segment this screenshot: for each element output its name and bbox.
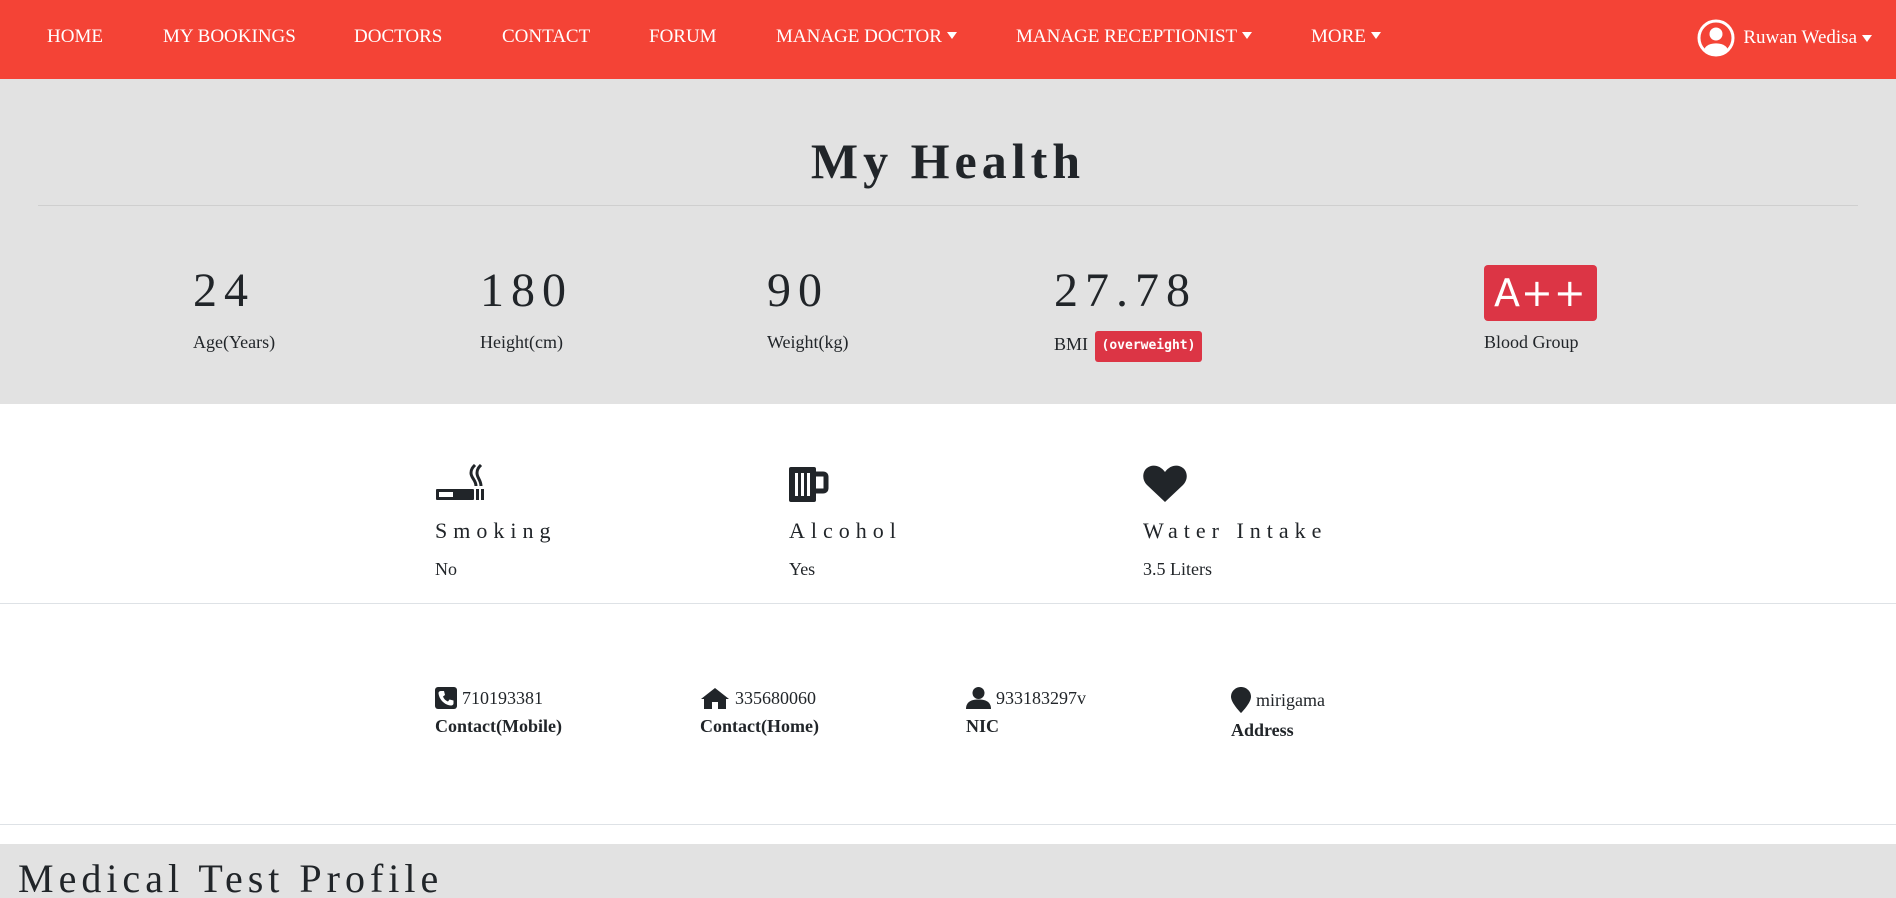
stat-height: 180 Height(cm) xyxy=(480,265,573,353)
habit-alcohol-title: Alcohol xyxy=(789,518,902,543)
user-circle-icon xyxy=(1697,19,1735,57)
habit-water-intake-title: Water Intake xyxy=(1143,518,1328,543)
nav-contact-link[interactable]: CONTACT xyxy=(502,25,590,49)
stat-bmi-value: 27.78 xyxy=(1054,264,1197,317)
habit-smoking-value: No xyxy=(435,559,457,579)
habits-section: Smoking No Alcohol Yes Water Intake 3.5 … xyxy=(0,404,1896,604)
contact-nic: 933183297v NIC xyxy=(966,687,1086,737)
smoking-icon xyxy=(436,464,484,500)
stat-weight: 90 Weight(kg) xyxy=(767,265,849,353)
caret-down-icon xyxy=(1370,32,1381,39)
nav-manage-receptionist-dropdown[interactable]: MANAGE RECEPTIONIST xyxy=(1016,25,1253,49)
stat-blood-group: A++ Blood Group xyxy=(1484,265,1597,353)
caret-down-icon xyxy=(1862,34,1872,42)
contact-nic-value: 933183297v xyxy=(996,688,1086,708)
nav-manage-receptionist-label: MANAGE RECEPTIONIST xyxy=(1016,26,1238,47)
stat-weight-value: 90 xyxy=(767,264,829,317)
medical-test-title: Medical Test Profile xyxy=(18,856,444,898)
bmi-status-badge: (overweight) xyxy=(1094,331,1203,362)
nav-my-bookings-link[interactable]: MY BOOKINGS xyxy=(163,25,296,49)
nav-manage-doctor-dropdown[interactable]: MANAGE DOCTOR xyxy=(776,25,957,49)
nav-home-link[interactable]: HOME xyxy=(47,25,103,49)
phone-icon xyxy=(435,687,457,709)
nav-doctors-link[interactable]: DOCTORS xyxy=(354,25,442,49)
contact-nic-label: NIC xyxy=(966,716,1000,736)
habit-water-intake: Water Intake 3.5 Liters xyxy=(1143,464,1327,580)
divider xyxy=(38,205,1858,206)
stat-bmi: 27.78 BMI (overweight) xyxy=(1054,264,1203,362)
stat-bmi-label: BMI xyxy=(1054,334,1089,354)
my-health-section: My Health 24 Age(Years) 180 Height(cm) 9… xyxy=(0,79,1896,404)
contact-home: 335680060 Contact(Home) xyxy=(700,687,819,737)
habit-water-intake-value: 3.5 Liters xyxy=(1143,559,1212,579)
page-title: My Health xyxy=(810,133,1086,189)
contact-info-section: 710193381 Contact(Mobile) 335680060 Cont… xyxy=(0,605,1896,825)
user-icon xyxy=(966,687,991,709)
contact-address-value: mirigama xyxy=(1256,690,1325,710)
stat-age-label: Age(Years) xyxy=(193,332,276,352)
heart-icon xyxy=(1143,465,1187,502)
nav-manage-doctor-label: MANAGE DOCTOR xyxy=(776,26,942,47)
contact-home-value: 335680060 xyxy=(735,688,816,708)
stat-weight-label: Weight(kg) xyxy=(767,332,849,352)
habit-alcohol-value: Yes xyxy=(789,559,816,579)
contact-address-label: Address xyxy=(1231,720,1294,740)
caret-down-icon xyxy=(1242,32,1253,39)
map-marker-icon xyxy=(1231,687,1251,713)
nav-more-label: MORE xyxy=(1311,26,1366,47)
stat-height-value: 180 xyxy=(480,264,573,317)
habit-smoking-title: Smoking xyxy=(435,518,557,543)
contact-mobile-value: 710193381 xyxy=(462,688,543,708)
beer-mug-icon xyxy=(789,467,829,502)
nav-forum-link[interactable]: FORUM xyxy=(649,25,717,49)
stat-height-label: Height(cm) xyxy=(480,332,563,352)
user-menu-dropdown[interactable]: Ruwan Wedisa xyxy=(1697,18,1872,58)
nav-more-dropdown[interactable]: MORE xyxy=(1311,25,1381,49)
caret-down-icon xyxy=(946,32,957,39)
blood-group-badge: A++ xyxy=(1484,265,1597,321)
contact-mobile-label: Contact(Mobile) xyxy=(435,716,562,736)
stat-bmi-label-row: BMI (overweight) xyxy=(1054,331,1203,362)
home-icon xyxy=(701,688,729,709)
contact-mobile: 710193381 Contact(Mobile) xyxy=(435,687,562,737)
stat-age-value: 24 xyxy=(193,264,255,317)
habit-smoking: Smoking No xyxy=(435,464,556,580)
medical-test-section: Medical Test Profile xyxy=(0,844,1896,898)
top-navbar: HOME MY BOOKINGS DOCTORS CONTACT FORUM M… xyxy=(0,0,1896,79)
habit-alcohol: Alcohol Yes xyxy=(789,464,902,580)
stat-blood-group-label: Blood Group xyxy=(1484,332,1579,352)
contact-home-label: Contact(Home) xyxy=(700,716,819,736)
contact-address: mirigama Address xyxy=(1231,687,1325,741)
stat-age: 24 Age(Years) xyxy=(193,265,275,353)
user-name: Ruwan Wedisa xyxy=(1743,27,1857,48)
